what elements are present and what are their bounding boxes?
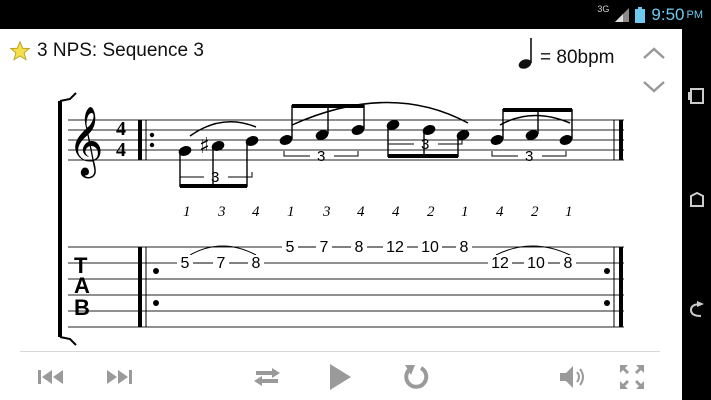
- fullscreen-icon: [620, 365, 644, 389]
- fingering: 4: [392, 204, 400, 220]
- volume-icon: [560, 366, 584, 388]
- tab-fret: 5: [181, 255, 190, 272]
- tuplet-brackets: [179, 139, 567, 178]
- tuplet-number: 3: [525, 148, 533, 165]
- loop-icon: [254, 368, 280, 386]
- skip-back-icon: [38, 370, 63, 384]
- fullscreen-button[interactable]: [616, 360, 648, 394]
- battery-icon: [635, 7, 646, 23]
- fingering: 2: [427, 204, 435, 220]
- home-icon[interactable]: [687, 190, 707, 210]
- fingering: 1: [461, 204, 469, 220]
- play-icon: [330, 364, 351, 390]
- treble-clef-icon: 𝄞: [68, 106, 103, 178]
- tab-fret: 8: [355, 239, 364, 256]
- tab-fret: 10: [527, 255, 545, 272]
- score-notation: 𝄞 4 4 ♯ 3 3 3 3 1 3 4 1 3 4 4 2 1 4 2 1 …: [58, 92, 624, 346]
- sharp-icon: ♯: [199, 134, 210, 159]
- system-nav-bar: [682, 29, 711, 400]
- controls-divider: [20, 351, 660, 352]
- tuplet-number: 3: [421, 136, 429, 153]
- fingering: 4: [496, 204, 504, 220]
- tuplet-number: 3: [317, 148, 325, 165]
- back-icon[interactable]: [687, 300, 707, 320]
- skip-forward-button[interactable]: [104, 360, 134, 394]
- loop-button[interactable]: [251, 360, 283, 394]
- tab-fret: 7: [320, 239, 329, 256]
- recent-apps-icon[interactable]: [687, 86, 707, 106]
- tab-slurs: [189, 245, 571, 264]
- play-button[interactable]: [325, 360, 355, 394]
- tab-fret: 10: [421, 239, 439, 256]
- tab-fret: 8: [460, 239, 469, 256]
- fingering: 3: [322, 204, 331, 220]
- signal-icon: [615, 8, 630, 22]
- network-type: 3G: [597, 4, 610, 14]
- tab-fret: 5: [286, 239, 295, 256]
- status-bar: 3G 9:50 PM: [0, 0, 711, 29]
- tab-repeat-start: [138, 247, 159, 327]
- fingering: 4: [252, 204, 260, 220]
- volume-button[interactable]: [557, 360, 589, 394]
- tab-fret: 8: [564, 255, 573, 272]
- clock: 9:50: [651, 5, 685, 24]
- fingering: 3: [217, 204, 226, 220]
- fingering: 4: [357, 204, 365, 220]
- tab-fret: 8: [252, 255, 261, 272]
- tuplet-number: 3: [211, 169, 219, 186]
- replay-button[interactable]: [400, 360, 432, 394]
- fingering: 1: [565, 204, 573, 220]
- replay-icon: [404, 365, 429, 389]
- clock-ampm: PM: [686, 9, 704, 21]
- tab-repeat-end: [604, 247, 623, 327]
- score-viewer: 3 NPS: Sequence 3 = 80bpm 𝄞 4 4 ♯ 3 3 3 …: [0, 29, 682, 400]
- time-signature-top: 4: [116, 118, 126, 140]
- tab-fret: 12: [491, 255, 509, 272]
- skip-forward-icon: [107, 370, 132, 384]
- skip-back-button[interactable]: [36, 360, 66, 394]
- fingering: 1: [183, 204, 191, 220]
- tab-fret: 12: [386, 239, 404, 256]
- fingering: 1: [287, 204, 295, 220]
- fingering: 2: [531, 204, 539, 220]
- status-icons: 3G 9:50 PM: [597, 4, 703, 26]
- tab-fret: 7: [217, 255, 226, 272]
- tab-clef-b: B: [74, 295, 90, 320]
- standard-staff: [68, 119, 624, 161]
- time-signature-bottom: 4: [116, 139, 126, 161]
